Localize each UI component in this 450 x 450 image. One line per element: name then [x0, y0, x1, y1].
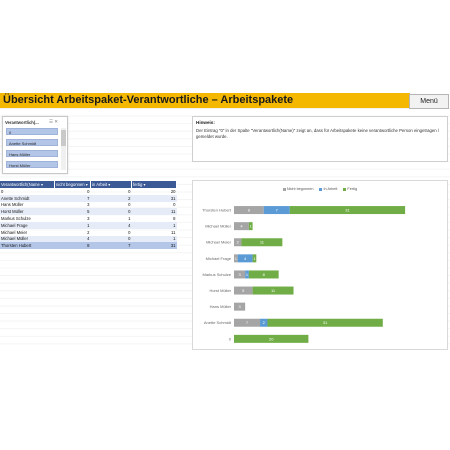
cell-value: 4: [90, 221, 132, 229]
cell-value: 0: [90, 208, 132, 216]
col-header-fertig[interactable]: fertig ▾: [131, 181, 177, 188]
table-row: Horst Müller 5 0 11: [0, 208, 177, 216]
cell-name: Michael Müller: [0, 235, 55, 243]
hint-box: Hinweis: Der Eintrag "0" in der Spalte "…: [192, 116, 448, 162]
cell-value: 0: [128, 202, 131, 208]
table-row: 0 0 0 20: [0, 188, 177, 195]
data-label: 31: [323, 320, 328, 325]
table-row: Anette Schmidt 7 2 31: [0, 194, 177, 202]
cell-value: 1: [128, 216, 131, 222]
cell-value: 7: [54, 194, 91, 202]
cell-name: Michael Frage: [0, 221, 55, 229]
cell-value: 2: [87, 229, 90, 235]
category-label: Anette Schmidt: [204, 320, 232, 325]
table-row: Markus Schulze 3 1 8: [0, 215, 177, 222]
col-header-nicht-begonnen[interactable]: nicht begonnen ▾: [54, 181, 91, 188]
col-header-name[interactable]: Verantwortlich(Name ▾: [0, 181, 55, 188]
cell-value: 20: [170, 188, 176, 194]
hint-text: Der Eintrag "0" in der Spalte "Verantwor…: [196, 128, 440, 139]
table-row: Michael Meier 2 0 11: [0, 229, 177, 236]
table-row: Michael Müller 4 0 1: [0, 235, 177, 243]
data-label: 31: [345, 207, 350, 212]
cell-name: Thorsten Hubert: [0, 242, 55, 250]
slicer-item[interactable]: Hans Müller: [6, 150, 58, 157]
cell-value: 5: [54, 208, 91, 216]
cell-value: 0: [173, 202, 176, 208]
cell-name: Horst Müller: [0, 208, 55, 216]
category-label: Hans Müller: [210, 304, 232, 309]
slicer-verantwortlich[interactable]: Verantwortlich(... ☰ ✕ 0 Anette Schmidt …: [2, 116, 68, 174]
pivot-table: Verantwortlich(Name ▾ nicht begonnen ▾ i…: [0, 181, 177, 250]
cell-value: 7: [90, 242, 132, 250]
category-label: Thorsten Hubert: [202, 207, 232, 212]
worksheet: Übersicht Arbeitspaket-Verantwortliche –…: [0, 0, 450, 450]
cell-value: 0: [128, 229, 131, 235]
cell-value: 4: [54, 235, 91, 243]
cell-value: 1: [131, 235, 177, 243]
chart-plot: Thorsten Hubert 8 7 31Michael Müller 4 1Micha…: [202, 206, 406, 343]
cell-value: 1: [54, 221, 91, 229]
cell-value: 8: [173, 216, 176, 222]
col-header-in-arbeit[interactable]: in Arbeit ▾: [90, 181, 132, 188]
cell-value: 1: [131, 221, 177, 229]
cell-value: 11: [131, 208, 177, 216]
category-label: Michael Meier: [206, 240, 232, 245]
cell-value: 0: [90, 235, 132, 243]
cell-value: 31: [131, 194, 177, 202]
slicer-title: Verantwortlich(...: [5, 120, 39, 125]
cell-value: 31: [131, 242, 177, 250]
table-header-row: Verantwortlich(Name ▾ nicht begonnen ▾ i…: [0, 181, 177, 188]
slicer-item[interactable]: 0: [6, 128, 58, 135]
category-label: 0: [229, 336, 232, 341]
table-row: Thorsten Hubert 8 7 31: [0, 242, 177, 250]
cell-value: 8: [54, 242, 91, 250]
cell-value: 3: [87, 216, 90, 222]
slicer-item[interactable]: Horst Müller: [6, 161, 58, 168]
table-row: Michael Frage 1 4 1: [0, 221, 177, 229]
cell-value: 2: [90, 194, 132, 202]
cell-value: 0: [87, 188, 90, 194]
cell-name: Markus Schulze: [1, 216, 31, 222]
menu-button[interactable]: Menü: [409, 94, 449, 109]
cell-value: 3: [87, 202, 90, 208]
slicer-scroll-thumb[interactable]: [61, 130, 66, 146]
hint-title: Hinweis:: [196, 120, 215, 125]
cell-name: Hans Müller: [1, 202, 24, 208]
cell-value: 11: [171, 229, 176, 235]
cell-name: Michael Meier: [1, 229, 28, 235]
data-label: 20: [269, 336, 274, 341]
category-label: Horst Müller: [209, 288, 231, 293]
slicer-item[interactable]: Anette Schmidt: [6, 139, 58, 146]
category-label: Markus Schulze: [203, 272, 232, 277]
stacked-bar-chart[interactable]: Nicht begonnen In Arbeit Fertig Thorsten H…: [192, 180, 448, 350]
cell-name: 0: [1, 188, 4, 194]
page-title: Übersicht Arbeitspaket-Verantwortliche –…: [3, 94, 294, 106]
table-row: Hans Müller 3 0 0: [0, 202, 177, 209]
category-label: Michael Frage: [206, 256, 232, 261]
category-label: Michael Müller: [205, 224, 231, 229]
cell-name: Anette Schmidt: [0, 194, 55, 202]
cell-value: 0: [128, 188, 131, 194]
multi-select-icon[interactable]: ☰ ✕: [49, 119, 58, 125]
